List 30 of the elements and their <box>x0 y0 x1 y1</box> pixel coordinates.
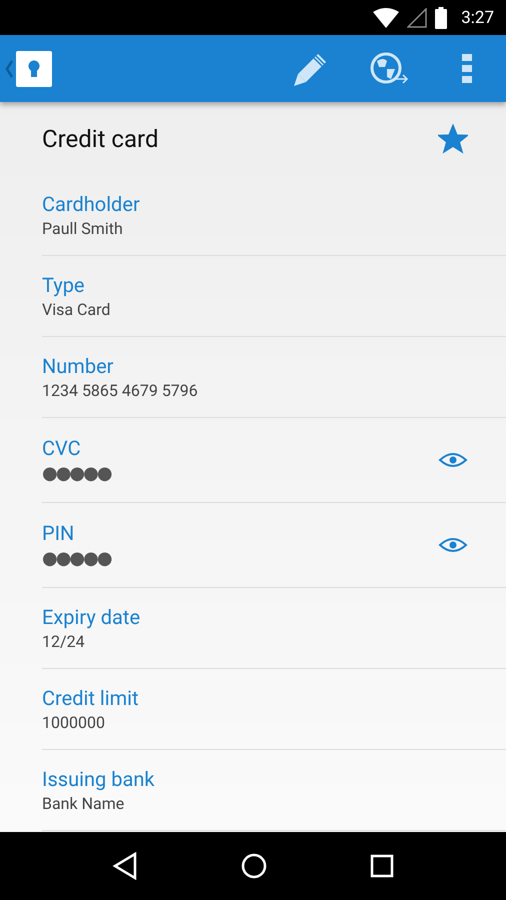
star-icon[interactable] <box>438 124 468 154</box>
field-value: Bank Name <box>42 794 126 813</box>
battery-icon <box>435 6 448 28</box>
back-nav-icon[interactable] <box>112 852 138 880</box>
field-label: Issuing bank <box>42 767 156 791</box>
masked-value: ●●●●● <box>42 463 112 484</box>
field-value: 1234 5865 4679 5796 <box>42 381 199 400</box>
globe-icon[interactable] <box>369 50 409 86</box>
home-nav-icon[interactable] <box>240 853 267 879</box>
wifi-icon <box>373 8 400 28</box>
field-label: Expiry date <box>42 605 142 629</box>
field-value: Paull Smith <box>42 219 124 238</box>
field-label: PIN <box>42 521 76 545</box>
entry-title: Credit card <box>42 124 158 152</box>
field-label: Type <box>42 273 86 297</box>
field-label: Credit limit <box>42 686 140 710</box>
menu-icon[interactable] <box>462 54 472 84</box>
eye-icon[interactable] <box>438 536 468 554</box>
keyhole-logo-icon[interactable] <box>16 50 52 86</box>
eye-icon[interactable] <box>438 451 468 469</box>
field-label: CVC <box>42 436 82 460</box>
field-value: 12/24 <box>42 632 86 651</box>
field-label: Number <box>42 354 114 378</box>
field-value: 1000000 <box>42 713 106 732</box>
recents-nav-icon[interactable] <box>370 854 394 878</box>
signal-icon <box>407 8 428 28</box>
field-value: Visa Card <box>42 300 112 319</box>
field-label: Cardholder <box>42 192 141 216</box>
masked-value: ●●●●● <box>42 548 112 569</box>
clock-time: 3:27 <box>461 8 494 28</box>
